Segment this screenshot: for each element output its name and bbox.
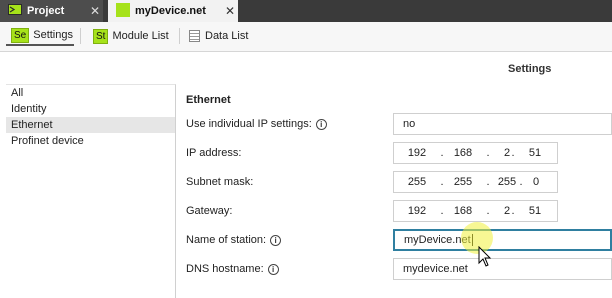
- gateway-label-text: Gateway:: [186, 205, 233, 217]
- octet-separator: .: [486, 205, 490, 217]
- use-individual-ip-value: no: [403, 118, 416, 130]
- gateway-octet-2[interactable]: 168: [450, 205, 476, 217]
- subnet-mask-label: Subnet mask:: [186, 176, 253, 188]
- settings-category-list: All Identity Ethernet Profinet device: [6, 84, 176, 298]
- subnet-octet-4[interactable]: 0: [523, 176, 549, 188]
- octet-separator: .: [486, 147, 490, 159]
- octet-separator: .: [486, 176, 490, 188]
- device-icon: [116, 2, 130, 20]
- page-title: Settings: [508, 63, 552, 75]
- folder-icon: [8, 4, 22, 18]
- toolbar-separator: [179, 28, 180, 44]
- octet-separator: .: [511, 205, 515, 217]
- grid-icon: [189, 30, 200, 42]
- data-list-button-label: Data List: [205, 30, 249, 42]
- use-individual-ip-select[interactable]: no: [393, 113, 612, 135]
- tab-mydevice-label: myDevice.net: [135, 5, 206, 17]
- name-of-station-input[interactable]: myDevice.net: [393, 229, 612, 251]
- module-list-badge: St: [93, 28, 109, 44]
- document-tab-bar: Project ✕ myDevice.net ✕: [0, 0, 612, 22]
- gateway-field[interactable]: 192 . 168 . 2 . 51: [393, 200, 558, 222]
- ip-octet-1[interactable]: 192: [404, 147, 430, 159]
- subnet-octet-3[interactable]: 255: [494, 176, 520, 188]
- module-list-button-label: Module List: [112, 30, 169, 42]
- tab-project-label: Project: [27, 5, 65, 17]
- nav-item-ethernet[interactable]: Ethernet: [6, 117, 175, 133]
- section-title: Ethernet: [186, 94, 231, 106]
- gateway-octet-4[interactable]: 51: [522, 205, 548, 217]
- dns-hostname-field: mydevice.net: [393, 258, 612, 280]
- ip-address-label-text: IP address:: [186, 147, 242, 159]
- subnet-mask-label-text: Subnet mask:: [186, 176, 254, 188]
- view-toolbar: Se Settings St Module List Data List: [0, 22, 612, 52]
- dns-hostname-label-text: DNS hostname:: [186, 263, 264, 275]
- octet-separator: .: [511, 147, 515, 159]
- data-list-button[interactable]: Data List: [184, 26, 254, 46]
- dns-hostname-value: mydevice.net: [403, 263, 468, 275]
- subnet-octet-1[interactable]: 255: [404, 176, 430, 188]
- toolbar-separator: [80, 28, 81, 44]
- subnet-octet-2[interactable]: 255: [450, 176, 476, 188]
- octet-separator: .: [440, 147, 444, 159]
- name-of-station-label: Name of station: i: [186, 234, 282, 246]
- name-of-station-label-text: Name of station:: [186, 234, 267, 246]
- octet-separator: .: [440, 205, 444, 217]
- ip-address-label: IP address:: [186, 147, 241, 159]
- gateway-label: Gateway:: [186, 205, 232, 217]
- ip-octet-4[interactable]: 51: [522, 147, 548, 159]
- info-icon[interactable]: i: [270, 234, 282, 246]
- info-icon[interactable]: i: [315, 118, 327, 130]
- settings-badge: Se: [11, 27, 30, 43]
- tab-project[interactable]: Project ✕: [0, 0, 103, 22]
- use-individual-ip-label: Use individual IP settings: i: [186, 118, 327, 130]
- nav-item-identity[interactable]: Identity: [6, 101, 175, 117]
- octet-separator: .: [440, 176, 444, 188]
- use-individual-ip-label-text: Use individual IP settings:: [186, 118, 312, 130]
- ip-address-field[interactable]: 192 . 168 . 2 . 51: [393, 142, 558, 164]
- info-icon[interactable]: i: [267, 263, 279, 275]
- close-icon[interactable]: ✕: [87, 4, 103, 18]
- tab-mydevice[interactable]: myDevice.net ✕: [108, 0, 238, 22]
- ip-octet-2[interactable]: 168: [450, 147, 476, 159]
- module-list-button[interactable]: St Module List: [88, 26, 174, 46]
- nav-item-all[interactable]: All: [6, 85, 175, 101]
- settings-button[interactable]: Se Settings: [6, 26, 74, 46]
- subnet-mask-field[interactable]: 255 . 255 . 255 . 0: [393, 171, 558, 193]
- close-icon[interactable]: ✕: [222, 4, 238, 18]
- dns-hostname-label: DNS hostname: i: [186, 263, 279, 275]
- mouse-pointer-icon: [478, 245, 492, 271]
- gateway-octet-1[interactable]: 192: [404, 205, 430, 217]
- ip-octet-3[interactable]: 2: [494, 147, 520, 159]
- gateway-octet-3[interactable]: 2: [494, 205, 520, 217]
- settings-button-label: Settings: [33, 29, 73, 41]
- nav-item-profinet-device[interactable]: Profinet device: [6, 133, 175, 149]
